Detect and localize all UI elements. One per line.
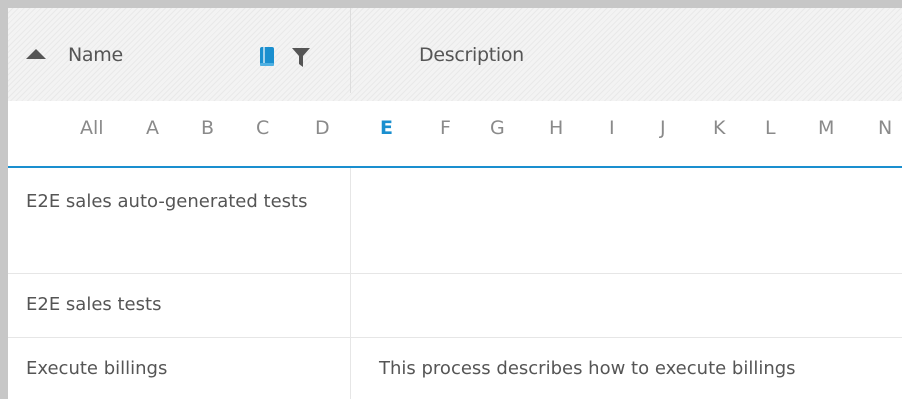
filter-icon[interactable] bbox=[292, 48, 310, 67]
row-name-cell: E2E sales auto-generated tests bbox=[26, 191, 308, 212]
alpha-letter-k[interactable]: K bbox=[713, 117, 725, 139]
alpha-letter-b[interactable]: B bbox=[201, 117, 214, 139]
name-column-header[interactable]: Name bbox=[8, 8, 350, 93]
alpha-letter-e[interactable]: E bbox=[380, 117, 393, 139]
alpha-letter-l[interactable]: L bbox=[765, 117, 776, 139]
row-name-cell: Execute billings bbox=[26, 358, 168, 379]
column-divider bbox=[350, 274, 351, 337]
row-description-cell: This process describes how to execute bi… bbox=[379, 358, 796, 379]
alpha-letter-a[interactable]: A bbox=[146, 117, 159, 139]
table-frame: Name Description All A B C D E F G H I J… bbox=[0, 0, 902, 399]
table-row[interactable]: E2E sales tests bbox=[8, 274, 902, 338]
alpha-letter-j[interactable]: J bbox=[660, 117, 666, 139]
table-header: Name Description All A B C D E F G H I J… bbox=[8, 8, 902, 139]
table-row[interactable]: Execute billings This process describes … bbox=[8, 338, 902, 399]
book-icon[interactable] bbox=[259, 47, 275, 67]
alpha-letter-h[interactable]: H bbox=[549, 117, 563, 139]
alpha-letter-m[interactable]: M bbox=[818, 117, 834, 139]
column-divider bbox=[350, 168, 351, 273]
alpha-letter-n[interactable]: N bbox=[878, 117, 892, 139]
alpha-letter-i[interactable]: I bbox=[609, 117, 615, 139]
alpha-letter-d[interactable]: D bbox=[315, 117, 330, 139]
sort-ascending-icon[interactable] bbox=[26, 49, 46, 59]
alpha-letter-f[interactable]: F bbox=[440, 117, 451, 139]
row-name-cell: E2E sales tests bbox=[26, 294, 162, 315]
name-column-label[interactable]: Name bbox=[68, 44, 123, 66]
table-row[interactable]: E2E sales auto-generated tests bbox=[8, 168, 902, 274]
alpha-letter-g[interactable]: G bbox=[490, 117, 505, 139]
description-column-label[interactable]: Description bbox=[419, 44, 524, 66]
column-divider bbox=[350, 338, 351, 399]
alphabet-filter-bar: All A B C D E F G H I J K L M N bbox=[8, 101, 902, 159]
alpha-letter-c[interactable]: C bbox=[256, 117, 269, 139]
alpha-letter-all[interactable]: All bbox=[80, 117, 104, 139]
column-divider bbox=[350, 8, 351, 93]
